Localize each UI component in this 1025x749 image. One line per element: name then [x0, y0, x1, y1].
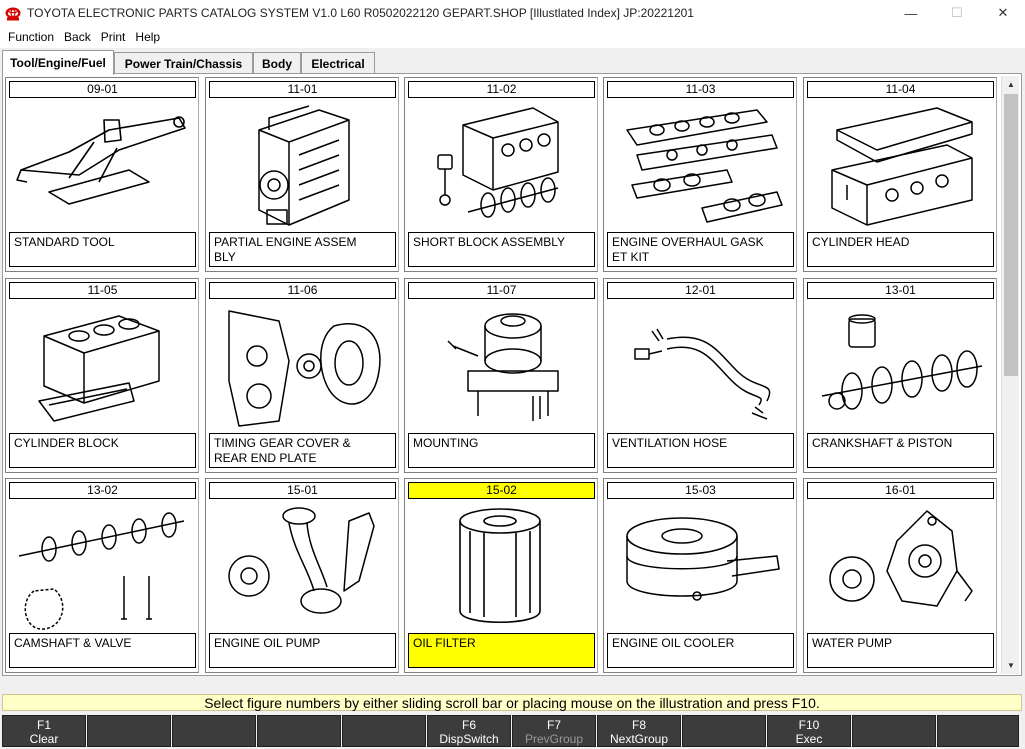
cylinder-block-icon[interactable]: [9, 301, 196, 431]
menu-print[interactable]: Print: [96, 26, 131, 48]
figure-code: 11-01: [209, 81, 396, 98]
figure-cell[interactable]: 11-02 SHORT BLOCK ASSEMBLY: [404, 77, 598, 272]
oil-cooler-icon[interactable]: [607, 501, 794, 631]
figure-code: 13-01: [807, 282, 994, 299]
figure-grid: 09-01 STANDARD TOOL 11-01 PARTIAL ENGINE…: [2, 73, 1022, 676]
f6-dispswitch-button[interactable]: F6 DispSwitch: [427, 715, 511, 747]
menu-function[interactable]: Function: [3, 26, 59, 48]
tab-bar: Tool/Engine/Fuel Power Train/Chassis Bod…: [0, 50, 1025, 75]
water-pump-icon[interactable]: [807, 501, 994, 631]
figure-code: 11-04: [807, 81, 994, 98]
figure-name: PARTIAL ENGINE ASSEM BLY: [209, 232, 396, 267]
vertical-scrollbar[interactable]: ▲ ▼: [1001, 76, 1019, 674]
figure-name: WATER PUMP: [807, 633, 994, 668]
figure-cell[interactable]: 11-05 CYLINDER BLOCK: [5, 278, 199, 473]
figure-cell[interactable]: 16-01 WATER PUMP: [803, 478, 997, 673]
figure-name: TIMING GEAR COVER & REAR END PLATE: [209, 433, 396, 468]
figure-code: 15-03: [607, 482, 794, 499]
toyota-logo-icon: [5, 7, 21, 21]
f12-button[interactable]: [937, 715, 1019, 747]
figure-cell[interactable]: 12-01 VENTILATION HOSE: [603, 278, 797, 473]
figure-cell[interactable]: 13-02 CAMSHAFT & VALVE: [5, 478, 199, 673]
f11-button[interactable]: [852, 715, 936, 747]
cylinder-head-icon[interactable]: [807, 100, 994, 230]
figure-code: 16-01: [807, 482, 994, 499]
figure-name: SHORT BLOCK ASSEMBLY: [408, 232, 595, 267]
figure-code: 15-02: [408, 482, 595, 499]
figure-cell[interactable]: 11-07 MOUNTING: [404, 278, 598, 473]
f3-button[interactable]: [172, 715, 256, 747]
oil-filter-icon[interactable]: [408, 501, 595, 631]
figure-name: ENGINE OIL COOLER: [607, 633, 794, 668]
camshaft-icon[interactable]: [9, 501, 196, 631]
f9-button[interactable]: [682, 715, 766, 747]
menu-help[interactable]: Help: [130, 26, 165, 48]
scroll-down-icon[interactable]: ▼: [1002, 657, 1020, 674]
figure-name: ENGINE OIL PUMP: [209, 633, 396, 668]
f1-clear-button[interactable]: F1 Clear: [2, 715, 86, 747]
mounting-icon[interactable]: [408, 301, 595, 431]
tab-power-train-chassis[interactable]: Power Train/Chassis: [114, 52, 253, 74]
window-title: TOYOTA ELECTRONIC PARTS CATALOG SYSTEM V…: [27, 6, 694, 20]
timing-cover-icon[interactable]: [209, 301, 396, 431]
figure-name: OIL FILTER: [408, 633, 595, 668]
f8-nextgroup-button[interactable]: F8 NextGroup: [597, 715, 681, 747]
jack-icon[interactable]: [9, 100, 196, 230]
gasket-kit-icon[interactable]: [607, 100, 794, 230]
figure-name: CAMSHAFT & VALVE: [9, 633, 196, 668]
figure-name: VENTILATION HOSE: [607, 433, 794, 468]
crankshaft-icon[interactable]: [807, 301, 994, 431]
tab-body[interactable]: Body: [253, 52, 301, 74]
figure-cell[interactable]: 15-03 ENGINE OIL COOLER: [603, 478, 797, 673]
menu-back[interactable]: Back: [59, 26, 96, 48]
tab-tool-engine-fuel[interactable]: Tool/Engine/Fuel: [2, 50, 114, 75]
minimize-button[interactable]: —: [888, 0, 934, 26]
function-key-bar: F1 Clear F6 DispSwitch F7 PrevGroup F8 NextG…: [2, 715, 1024, 748]
figure-cell[interactable]: 13-01 CRANKSHAFT & PISTON: [803, 278, 997, 473]
f2-button[interactable]: [87, 715, 171, 747]
figure-code: 11-07: [408, 282, 595, 299]
figure-code: 11-03: [607, 81, 794, 98]
figure-code: 11-05: [9, 282, 196, 299]
figure-cell[interactable]: 09-01 STANDARD TOOL: [5, 77, 199, 272]
figure-name: ENGINE OVERHAUL GASK ET KIT: [607, 232, 794, 267]
f10-exec-button[interactable]: F10 Exec: [767, 715, 851, 747]
figure-cell[interactable]: 11-04 CYLINDER HEAD: [803, 77, 997, 272]
close-button[interactable]: ✕: [980, 0, 1025, 26]
figure-code: 15-01: [209, 482, 396, 499]
hose-icon[interactable]: [607, 301, 794, 431]
maximize-button[interactable]: ☐: [934, 0, 980, 26]
figure-name: CYLINDER BLOCK: [9, 433, 196, 468]
scroll-up-icon[interactable]: ▲: [1002, 76, 1020, 93]
figure-cell[interactable]: 15-01 ENGINE OIL PUMP: [205, 478, 399, 673]
figure-cell[interactable]: 11-06 TIMING GEAR COVER & REAR END PLATE: [205, 278, 399, 473]
figure-code: 13-02: [9, 482, 196, 499]
status-message: Select figure numbers by either sliding …: [2, 694, 1022, 711]
figure-name: CRANKSHAFT & PISTON: [807, 433, 994, 468]
f7-prevgroup-button[interactable]: F7 PrevGroup: [512, 715, 596, 747]
figure-cell[interactable]: 11-01 PARTIAL ENGINE ASSEM BLY: [205, 77, 399, 272]
figure-code: 11-06: [209, 282, 396, 299]
figure-code: 12-01: [607, 282, 794, 299]
figure-name: MOUNTING: [408, 433, 595, 468]
engine-assembly-icon[interactable]: [209, 100, 396, 230]
title-bar: TOYOTA ELECTRONIC PARTS CATALOG SYSTEM V…: [0, 0, 1025, 26]
menu-bar: Function Back Print Help: [0, 26, 1025, 48]
figure-code: 09-01: [9, 81, 196, 98]
figure-name: STANDARD TOOL: [9, 232, 196, 267]
figure-code: 11-02: [408, 81, 595, 98]
short-block-icon[interactable]: [408, 100, 595, 230]
f5-button[interactable]: [342, 715, 426, 747]
figure-name: CYLINDER HEAD: [807, 232, 994, 267]
tab-electrical[interactable]: Electrical: [301, 52, 375, 74]
oil-pump-icon[interactable]: [209, 501, 396, 631]
figure-cell[interactable]: 11-03 ENGINE OVERHAUL GASK ET KIT: [603, 77, 797, 272]
f4-button[interactable]: [257, 715, 341, 747]
scroll-thumb[interactable]: [1004, 94, 1018, 376]
figure-cell[interactable]: 15-02 OIL FILTER: [404, 478, 598, 673]
